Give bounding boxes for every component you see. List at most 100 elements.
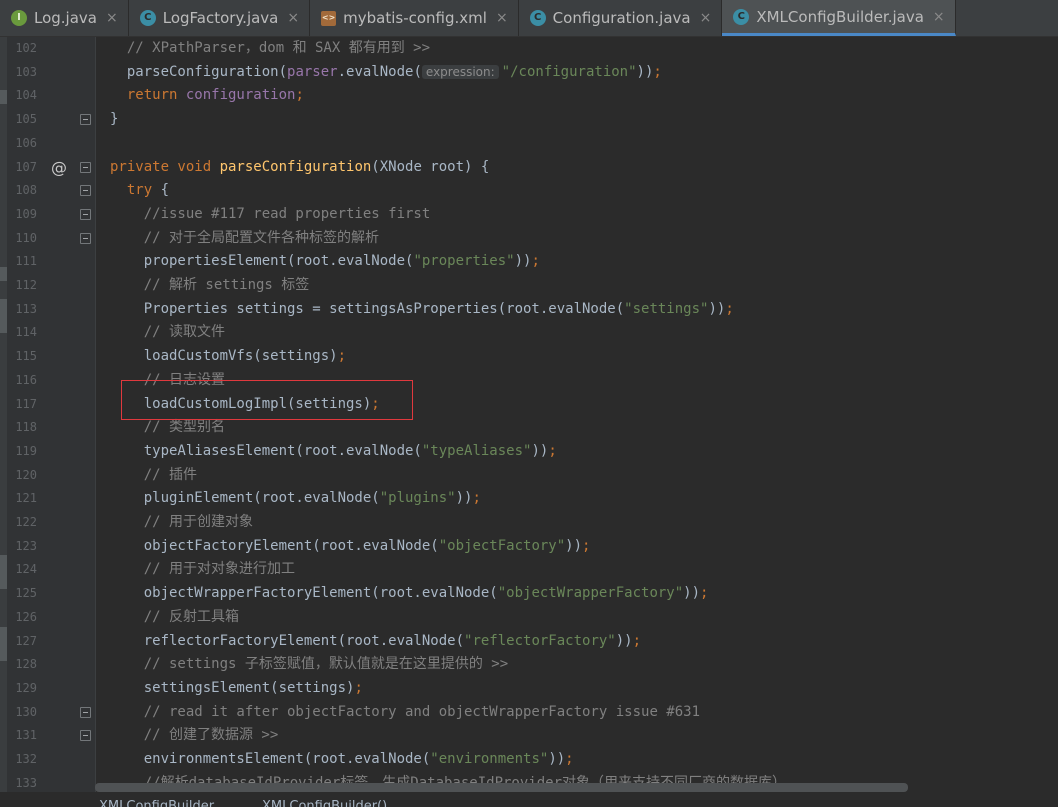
tab-2[interactable]: <> mybatis-config.xml × bbox=[310, 0, 519, 36]
code-token: // XPathParser，dom 和 SAX 都有用到 >> bbox=[110, 40, 431, 56]
code-line[interactable]: 112 // 解析 settings 标签 bbox=[0, 274, 1058, 298]
fold-toggle-icon[interactable] bbox=[80, 706, 91, 718]
code-token: ; bbox=[354, 679, 363, 696]
code-line[interactable]: 131 // 创建了数据源 >> bbox=[0, 724, 1058, 748]
code-token: // 类型别名 bbox=[110, 419, 226, 436]
fold-toggle-icon[interactable] bbox=[80, 232, 91, 244]
tab-4[interactable]: C XMLConfigBuilder.java × bbox=[722, 0, 956, 36]
code-text: propertiesElement(root.evalNode("propert… bbox=[110, 250, 540, 274]
fold-toggle-icon[interactable] bbox=[80, 730, 91, 742]
code-text: // 用于创建对象 bbox=[110, 511, 253, 535]
close-icon[interactable]: × bbox=[700, 10, 712, 26]
fold-toggle-icon[interactable] bbox=[80, 161, 91, 173]
fold-toggle-icon[interactable] bbox=[80, 208, 91, 220]
code-line[interactable]: 110 // 对于全局配置文件各种标签的解析 bbox=[0, 227, 1058, 251]
code-line[interactable]: 123 objectFactoryElement(root.evalNode("… bbox=[0, 535, 1058, 559]
code-token: // 解析 settings 标签 bbox=[110, 277, 310, 293]
close-icon[interactable]: × bbox=[287, 10, 299, 26]
line-number: 128 bbox=[15, 657, 37, 672]
code-token: ; bbox=[725, 300, 734, 317]
code-line[interactable]: 111 propertiesElement(root.evalNode("pro… bbox=[0, 250, 1058, 274]
class-file-icon: C bbox=[733, 8, 750, 25]
code-line[interactable]: 132 environmentsElement(root.evalNode("e… bbox=[0, 748, 1058, 772]
code-text: // 创建了数据源 >> bbox=[110, 724, 279, 748]
code-token: )) bbox=[548, 751, 566, 767]
close-icon[interactable]: × bbox=[933, 9, 945, 25]
code-token: "objectWrapperFactory" bbox=[497, 585, 684, 602]
code-text: // settings 子标签赋值，默认值就是在这里提供的 >> bbox=[110, 653, 508, 677]
code-token: // 插件 bbox=[110, 466, 198, 483]
code-token: ; bbox=[653, 63, 662, 80]
code-line[interactable]: 104 return configuration; bbox=[0, 84, 1058, 108]
code-line[interactable]: 113 Properties settings = settingsAsProp… bbox=[0, 298, 1058, 322]
fold-toggle-icon[interactable] bbox=[80, 185, 91, 197]
code-text: } bbox=[110, 108, 118, 132]
code-token: "/configuration" bbox=[501, 63, 637, 80]
tab-0[interactable]: I Log.java × bbox=[0, 0, 129, 36]
code-line[interactable]: 127 reflectorFactoryElement(root.evalNod… bbox=[0, 630, 1058, 654]
code-token: )) bbox=[455, 490, 473, 507]
line-number: 107 bbox=[15, 159, 37, 174]
tab-label: LogFactory.java bbox=[162, 9, 279, 27]
code-token: configuration bbox=[185, 87, 296, 104]
code-text: // 解析 settings 标签 bbox=[110, 274, 310, 298]
code-line[interactable]: 125 objectWrapperFactoryElement(root.eva… bbox=[0, 582, 1058, 606]
code-token: // settings 子标签赋值，默认值就是在这里提供的 >> bbox=[110, 656, 509, 673]
code-line[interactable]: 130 // read it after objectFactory and o… bbox=[0, 701, 1058, 725]
code-line[interactable]: 124 // 用于对对象进行加工 bbox=[0, 558, 1058, 582]
code-token: //issue #117 read properties first bbox=[110, 205, 431, 222]
line-number: 131 bbox=[15, 728, 37, 743]
code-token: // 反射工具箱 bbox=[110, 608, 240, 625]
code-line[interactable]: 128 // settings 子标签赋值，默认值就是在这里提供的 >> bbox=[0, 653, 1058, 677]
code-token: .evalNode( bbox=[337, 63, 422, 80]
fold-toggle-icon[interactable] bbox=[80, 114, 91, 126]
breadcrumb-method[interactable]: XMLConfigBuilder() bbox=[262, 799, 387, 807]
code-text: // 反射工具箱 bbox=[110, 606, 239, 630]
code-line[interactable]: 103 parseConfiguration(parser.evalNode(e… bbox=[0, 61, 1058, 85]
code-line[interactable]: 108 try { bbox=[0, 179, 1058, 203]
code-text: // XPathParser，dom 和 SAX 都有用到 >> bbox=[110, 37, 430, 61]
annotation-gutter-icon[interactable]: @ bbox=[51, 156, 67, 180]
line-number: 109 bbox=[15, 206, 37, 221]
code-text: try { bbox=[110, 179, 169, 203]
code-line[interactable]: 106 bbox=[0, 132, 1058, 156]
breadcrumb-class[interactable]: XMLConfigBuilder bbox=[99, 799, 214, 807]
line-number: 130 bbox=[15, 704, 37, 719]
code-line[interactable]: 121 pluginElement(root.evalNode("plugins… bbox=[0, 487, 1058, 511]
line-number: 111 bbox=[15, 254, 37, 269]
close-icon[interactable]: × bbox=[496, 10, 508, 26]
code-token: loadCustomVfs(settings) bbox=[110, 348, 338, 365]
line-number: 119 bbox=[15, 443, 37, 458]
code-token: ; bbox=[337, 348, 347, 365]
code-line[interactable]: 102 // XPathParser，dom 和 SAX 都有用到 >> bbox=[0, 37, 1058, 61]
code-token: // 用于创建对象 bbox=[110, 514, 254, 530]
code-token: return bbox=[110, 87, 186, 104]
code-token: objectFactoryElement(root.evalNode( bbox=[110, 537, 439, 554]
code-token: try bbox=[110, 182, 161, 199]
code-token: "typeAliases" bbox=[421, 442, 532, 459]
code-token: parseConfiguration bbox=[219, 158, 372, 175]
code-token: "plugins" bbox=[379, 490, 456, 507]
horizontal-scrollbar[interactable] bbox=[95, 783, 908, 792]
tab-1[interactable]: C LogFactory.java × bbox=[129, 0, 311, 36]
code-line[interactable]: 129 settingsElement(settings); bbox=[0, 677, 1058, 701]
code-line[interactable]: 122 // 用于创建对象 bbox=[0, 511, 1058, 535]
close-icon[interactable]: × bbox=[106, 10, 118, 26]
code-line[interactable]: 126 // 反射工具箱 bbox=[0, 606, 1058, 630]
code-token: // read it after objectFactory and objec… bbox=[110, 703, 701, 720]
code-line[interactable]: 109 //issue #117 read properties first bbox=[0, 203, 1058, 227]
class-file-icon: C bbox=[529, 10, 546, 26]
code-line[interactable]: 119 typeAliasesElement(root.evalNode("ty… bbox=[0, 440, 1058, 464]
code-token: )) bbox=[636, 63, 654, 80]
code-line[interactable]: 114 // 读取文件 bbox=[0, 321, 1058, 345]
code-line[interactable]: 107 private void parseConfiguration(XNode… bbox=[0, 156, 1058, 180]
code-line[interactable]: 105} bbox=[0, 108, 1058, 132]
code-token: ; bbox=[295, 87, 304, 104]
code-token: reflectorFactoryElement(root.evalNode( bbox=[110, 632, 465, 649]
tab-3[interactable]: C Configuration.java × bbox=[519, 0, 723, 36]
code-token: private void bbox=[110, 158, 220, 175]
code-text: objectWrapperFactoryElement(root.evalNod… bbox=[110, 582, 709, 606]
code-token: (XNode root) { bbox=[371, 158, 490, 175]
code-line[interactable]: 120 // 插件 bbox=[0, 464, 1058, 488]
code-line[interactable]: 115 loadCustomVfs(settings); bbox=[0, 345, 1058, 369]
